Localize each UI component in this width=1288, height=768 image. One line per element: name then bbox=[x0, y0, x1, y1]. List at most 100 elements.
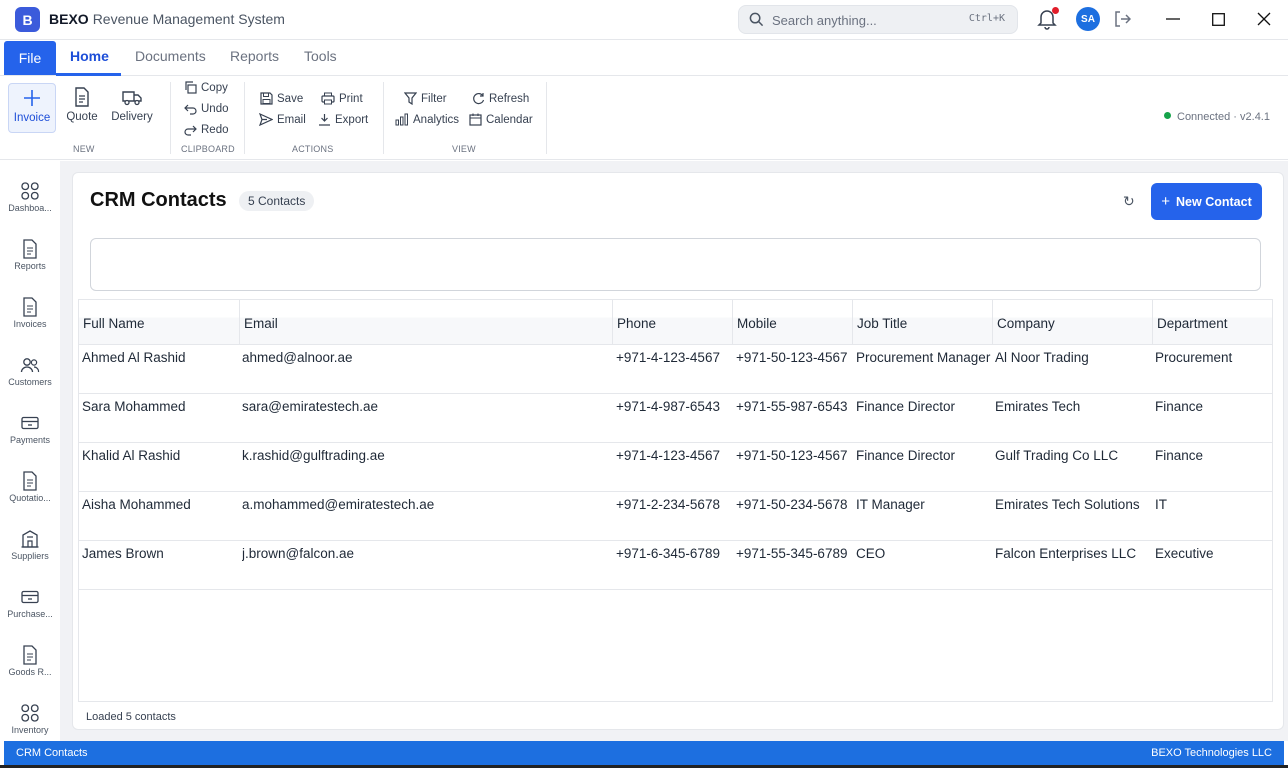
table-row[interactable]: James Brown j.brown@falcon.ae +971-6-345… bbox=[79, 541, 1272, 590]
column-header-company[interactable]: Company bbox=[993, 300, 1153, 345]
cell-job-title: IT Manager bbox=[856, 497, 925, 512]
version-label: v2.4.1 bbox=[1240, 111, 1270, 123]
tab-tools[interactable]: Tools bbox=[304, 48, 337, 64]
status-bar: CRM Contacts BEXO Technologies LLC bbox=[4, 741, 1284, 765]
print-button[interactable]: Print bbox=[321, 92, 363, 105]
cell-full-name: Aisha Mohammed bbox=[82, 497, 191, 512]
sidebar-item-label: Payments bbox=[9, 435, 51, 445]
table-row[interactable]: Khalid Al Rashid k.rashid@gulftrading.ae… bbox=[79, 443, 1272, 492]
cell-phone: +971-4-123-4567 bbox=[616, 448, 720, 463]
sidebar-item-goods-receipt[interactable]: Goods R... bbox=[0, 645, 60, 695]
minimize-icon[interactable] bbox=[1166, 12, 1180, 26]
sidebar-item-dashboard[interactable]: Dashboa... bbox=[0, 181, 60, 231]
document-icon bbox=[23, 239, 37, 259]
column-header-full-name[interactable]: Full Name bbox=[79, 300, 240, 345]
notification-dot bbox=[1052, 7, 1059, 14]
refresh-label: Refresh bbox=[489, 92, 530, 105]
calendar-button[interactable]: Calendar bbox=[469, 113, 533, 126]
app-title: BEXO Revenue Management System bbox=[49, 11, 285, 27]
ribbon-divider bbox=[546, 82, 547, 154]
copy-button[interactable]: Copy bbox=[184, 81, 228, 94]
tab-reports[interactable]: Reports bbox=[230, 48, 279, 64]
redo-label: Redo bbox=[201, 123, 229, 136]
app-subtitle: Revenue Management System bbox=[92, 11, 285, 27]
search-shortcut: Ctrl+K bbox=[968, 13, 1005, 24]
connection-status: Connected · v2.4.1 bbox=[1164, 111, 1270, 123]
redo-button[interactable]: Redo bbox=[184, 123, 229, 136]
cell-department: Procurement bbox=[1155, 350, 1233, 365]
document-icon bbox=[23, 645, 37, 665]
sidebar-item-payments[interactable]: Payments bbox=[0, 413, 60, 463]
search-icon bbox=[749, 12, 764, 27]
building-icon bbox=[21, 530, 39, 548]
sidebar-item-customers[interactable]: Customers bbox=[0, 355, 60, 405]
quote-label: Quote bbox=[66, 111, 98, 123]
ribbon: Invoice Quote Delivery NEW Copy Undo Red… bbox=[0, 76, 1288, 160]
column-header-department[interactable]: Department bbox=[1153, 300, 1272, 345]
plus-icon bbox=[24, 90, 40, 106]
sidebar-item-invoices[interactable]: Invoices bbox=[0, 297, 60, 347]
email-button[interactable]: Email bbox=[259, 113, 306, 126]
undo-button[interactable]: Undo bbox=[184, 102, 229, 115]
sidebar-item-purchases[interactable]: Purchase... bbox=[0, 587, 60, 637]
redo-icon bbox=[184, 125, 197, 136]
export-button[interactable]: Export bbox=[318, 113, 368, 126]
logout-icon[interactable] bbox=[1113, 10, 1131, 28]
group-actions-label: ACTIONS bbox=[292, 144, 334, 154]
analytics-label: Analytics bbox=[413, 113, 460, 126]
refresh-icon[interactable]: ↻ bbox=[1123, 193, 1135, 210]
table-row[interactable]: Aisha Mohammed a.mohammed@emiratestech.a… bbox=[79, 492, 1272, 541]
maximize-icon[interactable] bbox=[1212, 13, 1225, 26]
sidebar: Dashboa... Reports Invoices Customers Pa… bbox=[0, 161, 60, 741]
app-logo: B bbox=[15, 7, 40, 32]
search-placeholder: Search anything... bbox=[772, 13, 877, 28]
column-header-phone[interactable]: Phone bbox=[613, 300, 733, 345]
refresh-button[interactable]: Refresh bbox=[472, 92, 529, 105]
users-icon bbox=[20, 358, 40, 373]
ribbon-divider bbox=[244, 82, 245, 154]
sidebar-item-quotations[interactable]: Quotatio... bbox=[0, 471, 60, 521]
cell-email: sara@emiratestech.ae bbox=[242, 399, 379, 414]
filter-panel[interactable] bbox=[90, 238, 1261, 291]
ribbon-divider bbox=[383, 82, 384, 154]
new-quote-button[interactable]: Quote bbox=[58, 83, 106, 133]
table-row[interactable]: Ahmed Al Rashid ahmed@alnoor.ae +971-4-1… bbox=[79, 345, 1272, 394]
search-input[interactable]: Search anything... Ctrl+K bbox=[738, 5, 1018, 34]
cell-mobile: +971-55-987-6543 bbox=[736, 399, 848, 414]
close-icon[interactable] bbox=[1257, 12, 1271, 26]
refresh-icon bbox=[473, 92, 485, 105]
app-brand: BEXO bbox=[49, 11, 89, 27]
analytics-button[interactable]: Analytics bbox=[395, 113, 459, 126]
new-contact-button[interactable]: + New Contact bbox=[1151, 183, 1262, 220]
document-icon bbox=[75, 87, 89, 107]
table-row[interactable]: Sara Mohammed sara@emiratestech.ae +971-… bbox=[79, 394, 1272, 443]
sidebar-item-reports[interactable]: Reports bbox=[0, 239, 60, 289]
menu-bar: File Home Documents Reports Tools bbox=[0, 40, 1288, 76]
sidebar-item-suppliers[interactable]: Suppliers bbox=[0, 529, 60, 579]
column-header-job-title[interactable]: Job Title bbox=[853, 300, 993, 345]
column-header-email[interactable]: Email bbox=[240, 300, 613, 345]
column-header-mobile[interactable]: Mobile bbox=[733, 300, 853, 345]
contacts-card: CRM Contacts 5 Contacts ↻ + New Contact … bbox=[72, 172, 1284, 730]
title-bar: B BEXO Revenue Management System Search a… bbox=[0, 0, 1288, 40]
file-menu[interactable]: File bbox=[4, 41, 56, 75]
filter-button[interactable]: Filter bbox=[404, 92, 447, 105]
download-icon bbox=[319, 114, 330, 126]
bar-chart-icon bbox=[395, 113, 408, 126]
undo-icon bbox=[184, 104, 197, 115]
print-icon bbox=[321, 92, 335, 105]
status-separator: · bbox=[1233, 111, 1237, 123]
cell-email: ahmed@alnoor.ae bbox=[242, 350, 353, 365]
tab-documents[interactable]: Documents bbox=[135, 48, 206, 64]
cell-job-title: Finance Director bbox=[856, 399, 956, 414]
group-view-label: VIEW bbox=[452, 144, 476, 154]
save-button[interactable]: Save bbox=[260, 92, 303, 105]
sidebar-item-label: Customers bbox=[8, 377, 52, 387]
new-delivery-button[interactable]: Delivery bbox=[108, 83, 156, 133]
sidebar-item-label: Suppliers bbox=[11, 551, 49, 561]
tab-home[interactable]: Home bbox=[70, 48, 109, 64]
avatar[interactable]: SA bbox=[1076, 7, 1100, 31]
cell-phone: +971-4-987-6543 bbox=[616, 399, 720, 414]
invoice-label: Invoice bbox=[13, 112, 51, 124]
new-invoice-button[interactable]: Invoice bbox=[8, 83, 56, 133]
